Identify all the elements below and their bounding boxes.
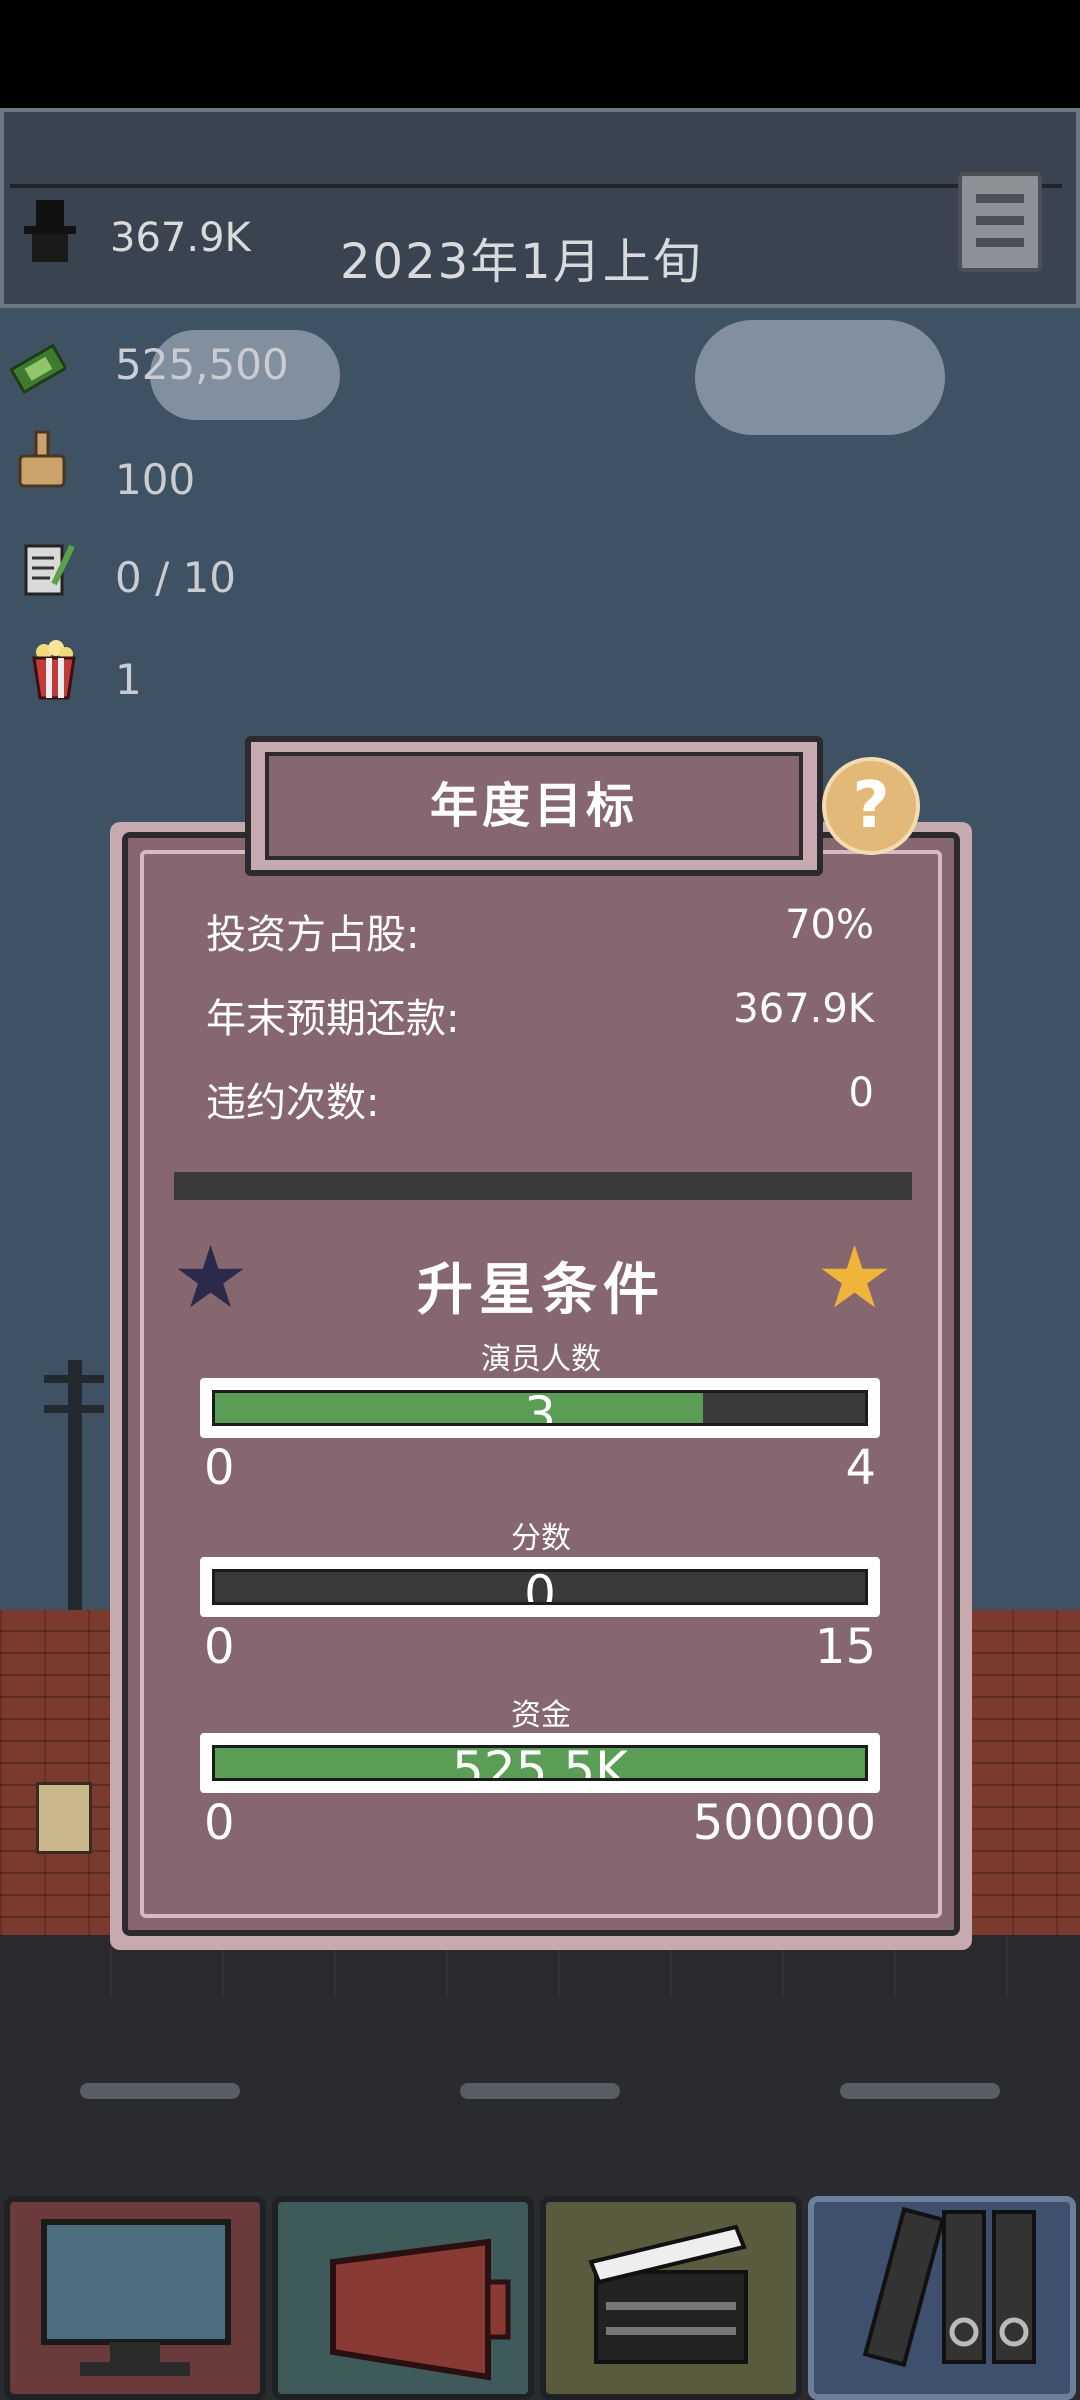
menu-button[interactable] — [958, 172, 1042, 272]
current-date: 2023年1月上旬 — [340, 234, 703, 290]
popcorn-value: 1 — [115, 655, 142, 704]
computer-icon — [41, 2219, 231, 2376]
poster — [36, 1782, 92, 1854]
top-status-bar-inner — [10, 6, 1062, 188]
reputation-value: 100 — [115, 455, 196, 504]
hamburger-icon — [976, 238, 1024, 247]
row-value-defaults: 0 — [848, 1070, 874, 1116]
nav-folders-button[interactable] — [808, 2196, 1076, 2400]
bar-value: 3 — [524, 1390, 556, 1426]
row-label-investor-share: 投资方占股: — [206, 912, 420, 958]
hamburger-icon — [976, 194, 1024, 203]
row-label-expected-repayment: 年末预期还款: — [206, 996, 460, 1042]
row-value-expected-repayment: 367.9K — [733, 986, 874, 1032]
scripts-value: 0 / 10 — [115, 553, 237, 602]
bar-max: 500000 — [692, 1795, 876, 1851]
bar-min: 0 — [204, 1440, 235, 1496]
money-value: 525,500 — [115, 340, 289, 389]
popcorn-icon — [32, 640, 76, 700]
bar-track: 3 — [212, 1390, 868, 1426]
upgrade-conditions-title: 升星条件 — [417, 1258, 665, 1323]
modal-divider — [174, 1172, 912, 1200]
lane-marking — [80, 2083, 240, 2099]
money-icon — [10, 343, 66, 395]
bar-value: 525.5K — [452, 1745, 628, 1781]
funds-progress-bar: 525.5K — [200, 1733, 880, 1793]
clapperboard-icon — [588, 2224, 748, 2364]
nav-clapperboard-button[interactable] — [540, 2196, 802, 2400]
bar-track: 0 — [212, 1569, 868, 1605]
hamburger-icon — [976, 216, 1024, 225]
bar-max: 15 — [814, 1619, 876, 1675]
top-hat-icon — [24, 200, 76, 262]
actors-progress-bar: 3 — [200, 1378, 880, 1438]
row-label-defaults: 违约次数: — [206, 1080, 380, 1126]
bar-min: 0 — [204, 1795, 235, 1851]
bar-min: 0 — [204, 1619, 235, 1675]
lane-marking — [840, 2083, 1000, 2099]
bar-label-actors: 演员人数 — [481, 1342, 601, 1377]
script-icon — [24, 544, 75, 596]
nav-megaphone-button[interactable] — [272, 2196, 534, 2400]
folders-icon — [862, 2206, 1036, 2368]
utility-pole-crossbar — [44, 1405, 104, 1413]
help-button[interactable]: ? — [822, 757, 920, 855]
score-progress-bar: 0 — [200, 1557, 880, 1617]
utility-pole-crossbar — [44, 1375, 104, 1383]
bar-max: 4 — [845, 1440, 876, 1496]
lane-marking — [460, 2083, 620, 2099]
modal-title: 年度目标 — [429, 778, 638, 834]
thumbs-up-icon — [18, 430, 66, 488]
row-value-investor-share: 70% — [785, 902, 874, 948]
bar-label-score: 分数 — [511, 1521, 571, 1556]
bar-label-funds: 资金 — [511, 1698, 571, 1733]
megaphone-icon — [330, 2238, 511, 2381]
nav-computer-button[interactable] — [4, 2196, 266, 2400]
bar-track: 525.5K — [212, 1745, 868, 1781]
bar-value: 0 — [524, 1569, 556, 1605]
cloud-decoration — [695, 320, 945, 435]
budget-value: 367.9K — [110, 215, 251, 261]
